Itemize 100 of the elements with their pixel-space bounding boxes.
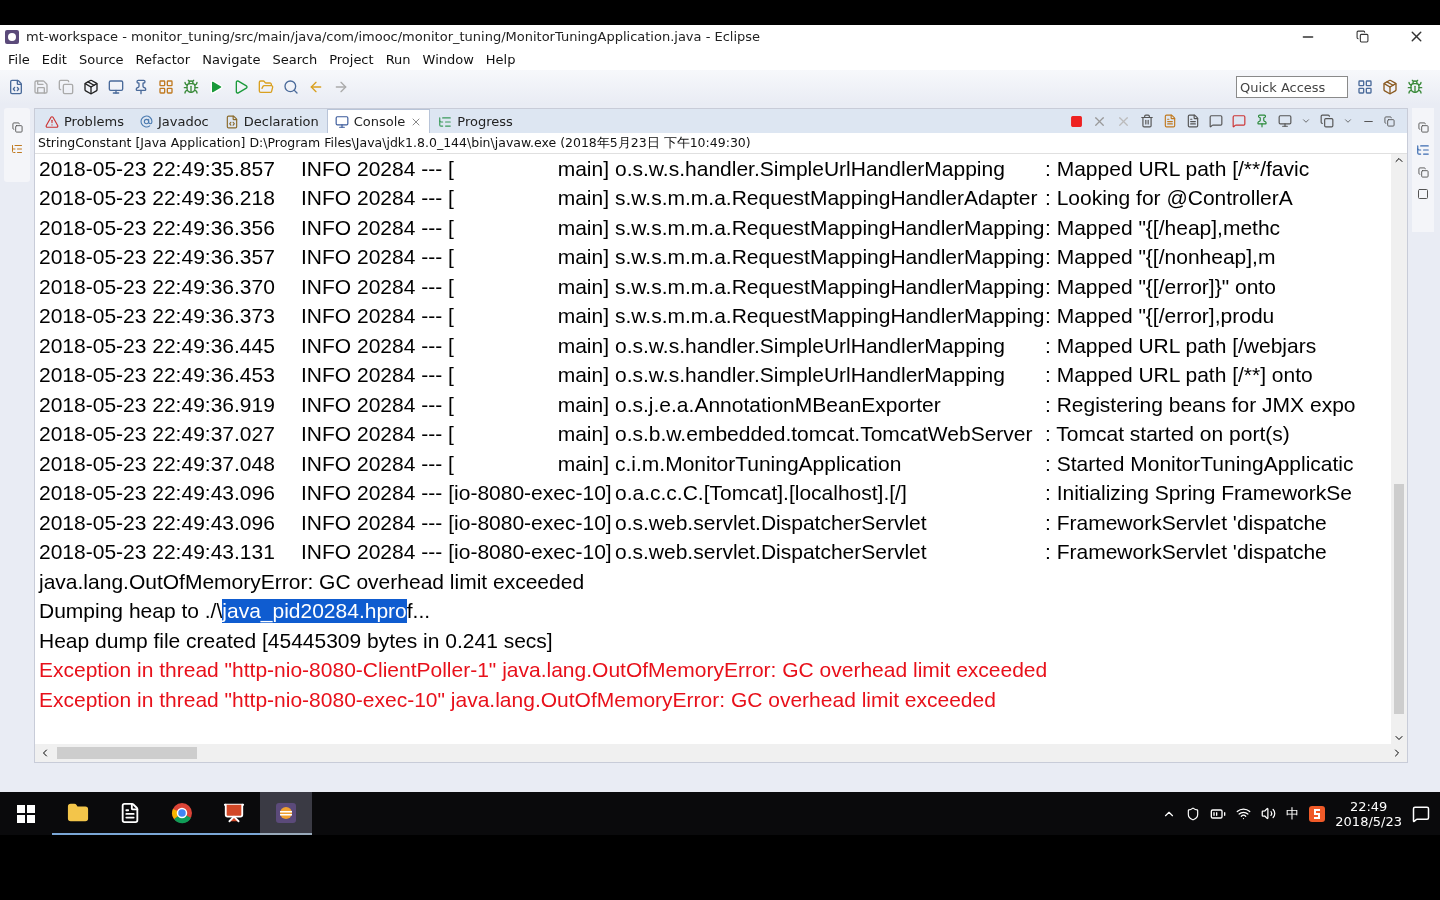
- message-icon[interactable]: [1209, 114, 1223, 128]
- back-arrow-icon[interactable]: [308, 79, 324, 95]
- browser-icon: [171, 801, 193, 824]
- copy-icon[interactable]: [1320, 114, 1334, 128]
- warning-icon: [45, 114, 59, 129]
- horizontal-scrollbar[interactable]: [35, 744, 1407, 762]
- view-tab[interactable]: Console: [326, 109, 431, 133]
- menu-item[interactable]: Refactor: [129, 51, 197, 67]
- menu-item[interactable]: Window: [416, 51, 480, 67]
- at-sign-icon: [139, 115, 153, 128]
- log-thread: main]: [557, 451, 609, 476]
- caret-icon[interactable]: [1301, 116, 1311, 126]
- grid-icon[interactable]: [158, 79, 174, 95]
- clock-date: 2018/5/23: [1335, 813, 1402, 829]
- volume-icon[interactable]: [1261, 806, 1277, 821]
- view-tab[interactable]: Progress: [430, 109, 521, 133]
- trash-icon[interactable]: [1140, 114, 1154, 128]
- menu-item[interactable]: Edit: [35, 51, 73, 67]
- log-level: INFO 20284 --- [: [301, 451, 454, 476]
- menu-item[interactable]: Navigate: [196, 51, 267, 67]
- log-timestamp: 2018-05-23 22:49:36.370: [39, 274, 276, 299]
- save-icon[interactable]: [33, 79, 49, 95]
- package-icon[interactable]: [83, 79, 99, 95]
- output-line: f...: [406, 599, 431, 624]
- document-icon: [224, 114, 239, 129]
- search-icon[interactable]: [283, 79, 299, 95]
- log-message: : Registering beans for JMX expo: [1045, 392, 1356, 417]
- shield-icon[interactable]: [1186, 806, 1201, 821]
- list-icon[interactable]: [11, 143, 23, 155]
- clock-time: 22:49: [1349, 798, 1388, 814]
- list-icon[interactable]: [1416, 143, 1430, 157]
- forward-arrow-icon[interactable]: [333, 79, 349, 95]
- log-logger: s.w.s.m.m.a.RequestMappingHandlerMapping: [614, 245, 1045, 270]
- folder-icon: [67, 801, 89, 824]
- launch-label: StringConstant [Java Application] D:\Program Files\Java\jdk1.8.0_144\bin\javaw.exe (2018年5月23日 下午10:49:30): [35, 133, 1407, 154]
- bug-icon[interactable]: [1407, 79, 1423, 95]
- menu-item[interactable]: Search: [266, 51, 324, 67]
- caret-icon[interactable]: [1343, 116, 1353, 126]
- play-icon[interactable]: [233, 79, 249, 95]
- bug-icon[interactable]: [183, 79, 199, 95]
- quick-access-field[interactable]: Quick Access: [1236, 76, 1348, 98]
- document-icon[interactable]: [1186, 114, 1200, 128]
- error-line: Exception in thread "http-nio-8080-ClientPoller-1" java.lang.OutOfMemoryError: GC overhead limit exceeded: [39, 658, 1048, 683]
- input-method[interactable]: 中: [1286, 804, 1300, 823]
- log-level: INFO 20284 --- [: [301, 245, 454, 270]
- view-tab[interactable]: Problems: [37, 109, 132, 133]
- log-message: : Mapped URL path [/**/favic: [1045, 156, 1310, 181]
- notepad-icon: [119, 801, 141, 824]
- log-timestamp: 2018-05-23 22:49:35.857: [39, 156, 276, 181]
- s-badge-icon[interactable]: [1309, 805, 1326, 822]
- log-message: : Mapped URL path [/webjars: [1045, 333, 1317, 358]
- log-level: INFO 20284 --- [: [301, 422, 454, 447]
- log-level: INFO 20284 --- [: [301, 186, 454, 211]
- message-icon[interactable]: [1232, 114, 1246, 128]
- scroll-thumb[interactable]: [1394, 484, 1404, 714]
- taskbar-app[interactable]: [260, 792, 312, 835]
- log-thread: main]: [557, 274, 609, 299]
- log-level: INFO 20284 ---: [301, 510, 443, 535]
- wifi-icon[interactable]: [1236, 806, 1252, 821]
- view-tab[interactable]: Javadoc: [131, 109, 217, 133]
- view-tab[interactable]: Declaration: [216, 109, 327, 133]
- menu-item[interactable]: Help: [479, 51, 522, 67]
- grid-icon[interactable]: [1357, 79, 1373, 95]
- document-icon[interactable]: [1163, 114, 1177, 128]
- log-logger: o.s.web.servlet.DispatcherServlet: [614, 510, 928, 535]
- menu-item[interactable]: Run: [379, 51, 417, 67]
- maximize-icon[interactable]: [1384, 115, 1395, 127]
- stop-icon[interactable]: [1070, 114, 1083, 128]
- pin-icon[interactable]: [133, 79, 149, 95]
- log-logger: o.s.j.e.a.AnnotationMBeanExporter: [614, 392, 942, 417]
- vertical-scrollbar[interactable]: [1391, 154, 1407, 744]
- log-timestamp: 2018-05-23 22:49:43.096: [39, 510, 276, 535]
- log-thread: main]: [557, 215, 609, 240]
- window-title: mt-workspace - monitor_tuning/src/main/java/com/imooc/monitor_tuning/MonitorTuningApplication.java - Eclipse: [26, 29, 762, 44]
- log-timestamp: 2018-05-23 22:49:36.373: [39, 304, 276, 329]
- log-logger: c.i.m.MonitorTuningApplication: [614, 451, 903, 476]
- eclipse-app-icon: [275, 801, 297, 824]
- log-level: INFO 20284 --- [: [301, 274, 454, 299]
- menu-item[interactable]: Project: [323, 51, 380, 67]
- scroll-thumb[interactable]: [57, 747, 197, 759]
- pin-icon[interactable]: [1255, 114, 1269, 128]
- log-level: INFO 20284 --- [: [301, 392, 454, 417]
- error-line: Exception in thread "http-nio-8080-exec-10" java.lang.OutOfMemoryError: GC overhead limit exceeded: [39, 687, 996, 712]
- log-message: : Mapped "{[/heap],methc: [1045, 215, 1281, 240]
- log-thread: main]: [557, 392, 609, 417]
- monitor-icon[interactable]: [108, 79, 124, 95]
- log-timestamp: 2018-05-23 22:49:36.356: [39, 215, 276, 240]
- new-file-icon[interactable]: [8, 79, 24, 95]
- monitor-icon[interactable]: [1278, 114, 1292, 128]
- square-icon[interactable]: [1417, 188, 1429, 200]
- restore-icon[interactable]: [1355, 30, 1369, 43]
- notification-icon[interactable]: [1412, 804, 1430, 823]
- log-logger: o.a.c.c.C.[Tomcat].[localhost].[/]: [614, 481, 908, 506]
- folder-icon[interactable]: [258, 79, 274, 95]
- log-level: INFO 20284 --- [: [301, 333, 454, 358]
- play-icon[interactable]: [208, 79, 224, 95]
- windows-start-icon[interactable]: [17, 804, 35, 823]
- menu-item[interactable]: Source: [72, 51, 130, 67]
- menu-item[interactable]: File: [2, 51, 36, 67]
- log-timestamp: 2018-05-23 22:49:36.453: [39, 363, 276, 388]
